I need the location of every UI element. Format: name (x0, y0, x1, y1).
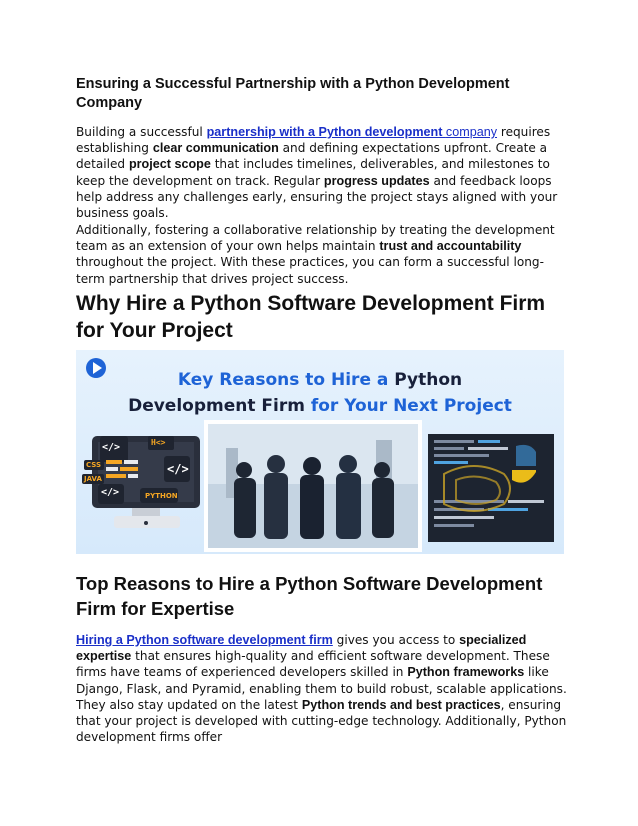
banner-text-blue: Key Reasons to Hire a (177, 370, 395, 390)
bold-text: project scope (128, 157, 211, 172)
document-page: Ensuring a Successful Partnership with a… (0, 0, 638, 826)
monitor-css-label: CSS (86, 461, 102, 469)
partnership-link[interactable]: partnership with a Python development co… (207, 125, 497, 139)
section-heading-why-hire: Why Hire a Python Software Development F… (76, 292, 546, 342)
banner-title-line-1: Key Reasons to Hire a Python (76, 370, 564, 390)
bold-text: clear communication (152, 141, 279, 156)
bold-text: Python trends and best practices (301, 697, 501, 712)
banner-text-blue: for Your Next Project (310, 396, 512, 416)
bold-text: trust and accountability (379, 239, 522, 254)
banner-text-dark: Python (394, 370, 463, 390)
hiring-python-firm-link[interactable]: Hiring a Python software development fir… (76, 633, 333, 647)
banner-text-dark: Development Firm (128, 396, 311, 416)
business-team-photo (204, 420, 422, 552)
bold-text: Python frameworks (407, 665, 525, 680)
python-code-screen (428, 434, 554, 542)
monitor-java-label: JAVA (84, 475, 102, 483)
partnership-paragraph-2: Additionally, fostering a collaborative … (76, 222, 568, 287)
monitor-python-label: PYTHON (145, 492, 178, 500)
monitor-code-label-3: </> (101, 487, 120, 498)
partnership-paragraph-1: Building a successful partnership with a… (76, 124, 568, 221)
monitor-code-label-2: </> (167, 462, 189, 476)
text-run: Building a successful (76, 125, 207, 139)
text-run: gives you access to (332, 633, 460, 647)
link-text: company (445, 125, 498, 139)
link-text: partnership with a Python development (206, 125, 446, 139)
section-heading-partnership: Ensuring a Successful Partnership with a… (76, 76, 510, 111)
banner-title-line-2: Development Firm for Your Next Project (76, 396, 564, 416)
expertise-paragraph: Hiring a Python software development fir… (76, 632, 568, 745)
banner-image: Key Reasons to Hire a Python Development… (76, 350, 564, 554)
section-heading-top-reasons: Top Reasons to Hire a Python Software De… (76, 573, 543, 619)
monitor-h-tag-label: H<> (151, 438, 166, 447)
monitor-code-label: </> (102, 442, 121, 453)
bold-text: progress updates (323, 173, 430, 188)
text-run: throughout the project. With these pract… (76, 255, 544, 286)
